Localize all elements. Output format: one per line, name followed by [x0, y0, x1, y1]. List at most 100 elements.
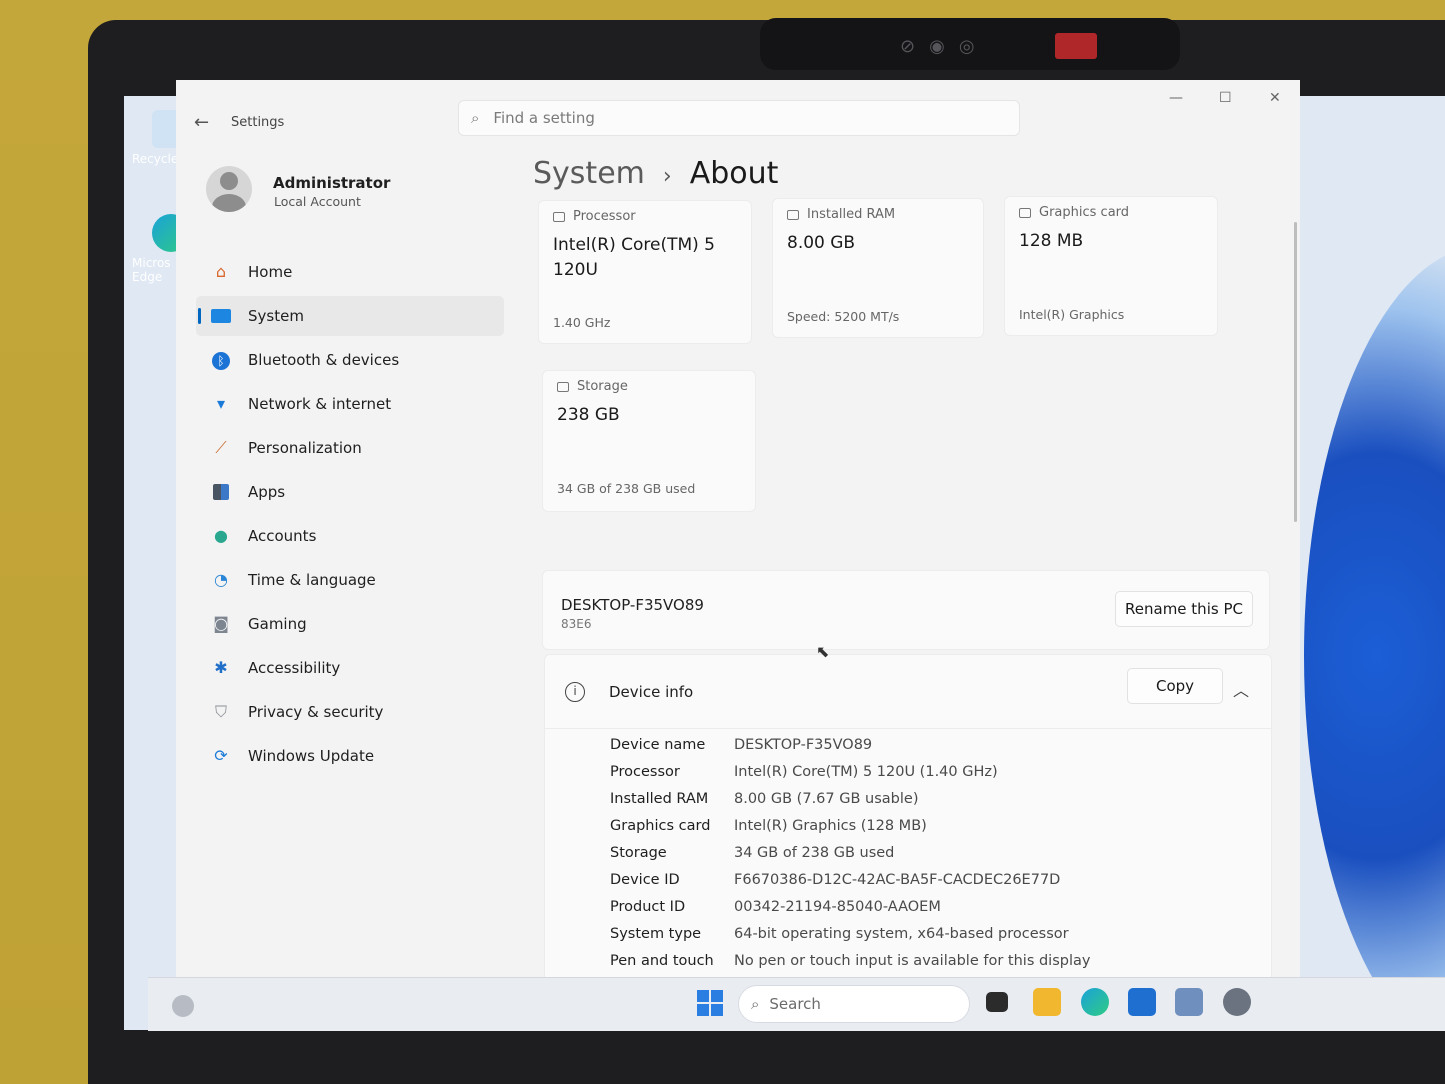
row-value: F6670386-D12C-42AC-BA5F-CACDEC26E77D: [734, 872, 1061, 888]
row-value: DESKTOP-F35VO89: [734, 737, 873, 753]
profile-name: Administrator: [273, 174, 391, 192]
profile-type: Local Account: [274, 194, 361, 209]
file-explorer-icon[interactable]: [1033, 988, 1061, 1016]
taskbar: ⌕ Search: [148, 977, 1445, 1031]
app-icon[interactable]: [1175, 988, 1203, 1016]
device-info-card: i Device info Copy ︿ Device name DESKTOP-…: [544, 654, 1272, 984]
person-icon: ●: [214, 526, 228, 545]
device-info-row: Pen and touch No pen or touch input is av…: [610, 953, 1250, 980]
brush-icon: ⟋: [215, 438, 227, 457]
processor-header: Processor: [553, 209, 636, 224]
graphics-header: Graphics card: [1019, 205, 1129, 220]
sidebar-item-privacy[interactable]: ⛉ Privacy & security: [196, 692, 504, 732]
pc-name-row: DESKTOP-F35VO89 83E6 Rename this PC: [542, 570, 1270, 650]
sidebar-item-gaming[interactable]: ◙ Gaming: [196, 604, 504, 644]
row-key: Installed RAM: [610, 791, 709, 807]
app-title: Settings: [231, 115, 285, 130]
sidebar-item-label: Gaming: [248, 615, 307, 633]
ram-header: Installed RAM: [787, 207, 895, 222]
device-info-row: Graphics card Intel(R) Graphics (128 MB): [610, 818, 1250, 845]
storage-value: 238 GB: [557, 405, 620, 425]
row-value: No pen or touch input is available for t…: [734, 953, 1091, 969]
settings-window: ← Settings ⌕ Find a setting — ☐ ✕ Admini…: [176, 80, 1300, 984]
search-placeholder: Find a setting: [493, 109, 595, 127]
storage-used: 34 GB of 238 GB used: [557, 481, 696, 496]
sidebar-item-windows-update[interactable]: ⟳ Windows Update: [196, 736, 504, 776]
chevron-up-icon[interactable]: ︿: [1233, 677, 1249, 701]
row-key: System type: [610, 926, 702, 942]
title-bar: ← Settings ⌕ Find a setting — ☐ ✕: [176, 80, 1300, 166]
sidebar-item-label: Privacy & security: [248, 703, 384, 721]
back-arrow-icon[interactable]: ←: [194, 112, 209, 133]
device-info-row: Product ID 00342-21194-85040-AAOEM: [610, 899, 1250, 926]
search-icon: ⌕: [471, 109, 480, 127]
update-icon: ⟳: [214, 746, 228, 765]
pc-name: DESKTOP-F35VO89: [561, 596, 704, 614]
graphics-card: Graphics card 128 MB Intel(R) Graphics: [1004, 196, 1218, 336]
ram-speed: Speed: 5200 MT/s: [787, 309, 900, 324]
row-value: 34 GB of 238 GB used: [734, 845, 895, 861]
device-info-row: Processor Intel(R) Core(TM) 5 120U (1.40 …: [610, 764, 1250, 791]
device-info-row: Storage 34 GB of 238 GB used: [610, 845, 1250, 872]
sidebar-item-accessibility[interactable]: ✱ Accessibility: [196, 648, 504, 688]
pc-model: 83E6: [561, 617, 592, 631]
device-info-header[interactable]: i Device info Copy ︿: [545, 655, 1271, 729]
task-view-icon[interactable]: [986, 992, 1008, 1012]
row-key: Device ID: [610, 872, 680, 888]
breadcrumb-parent[interactable]: System: [533, 156, 645, 191]
widgets-icon[interactable]: [172, 995, 194, 1017]
accessibility-icon: ✱: [214, 658, 228, 677]
gamepad-icon: ◙: [213, 614, 229, 633]
edge-icon[interactable]: [1081, 988, 1109, 1016]
desktop-icon-label: Recycle: [132, 152, 179, 166]
info-icon: i: [565, 682, 585, 702]
device-info-row: Device name DESKTOP-F35VO89: [610, 737, 1250, 764]
taskbar-search[interactable]: ⌕ Search: [738, 985, 970, 1023]
sidebar-item-label: Apps: [248, 483, 286, 501]
close-button[interactable]: ✕: [1269, 90, 1281, 106]
maximize-button[interactable]: ☐: [1219, 90, 1232, 106]
breadcrumb: System › About: [533, 156, 778, 191]
device-info-row: Installed RAM 8.00 GB (7.67 GB usable): [610, 791, 1250, 818]
sidebar-item-system[interactable]: System: [196, 296, 504, 336]
sidebar-item-accounts[interactable]: ● Accounts: [196, 516, 504, 556]
shield-icon: ⛉: [214, 702, 227, 721]
home-icon: ⌂: [215, 262, 227, 281]
sidebar-item-network[interactable]: ▾ Network & internet: [196, 384, 504, 424]
desktop-icon-label: Micros Edge: [132, 256, 171, 284]
search-input[interactable]: ⌕ Find a setting: [458, 100, 1020, 136]
scrollbar[interactable]: [1294, 222, 1297, 522]
device-info-row: System type 64-bit operating system, x64-…: [610, 926, 1250, 953]
storage-label: Storage: [577, 379, 628, 394]
copy-button[interactable]: Copy: [1127, 668, 1223, 704]
sidebar-item-label: Bluetooth & devices: [248, 351, 400, 369]
start-button[interactable]: [697, 990, 723, 1016]
device-info-title: Device info: [609, 683, 694, 701]
processor-label: Processor: [573, 209, 636, 224]
rename-pc-button[interactable]: Rename this PC: [1115, 591, 1253, 627]
graphics-label: Graphics card: [1039, 205, 1130, 220]
monitor-icon: [210, 306, 232, 326]
breadcrumb-separator: ›: [662, 164, 672, 189]
row-value: 64-bit operating system, x64-based proce…: [734, 926, 1069, 942]
minimize-button[interactable]: —: [1169, 90, 1183, 106]
sidebar-item-label: Accessibility: [248, 659, 341, 677]
row-value: 00342-21194-85040-AAOEM: [734, 899, 941, 915]
processor-card: Processor Intel(R) Core(TM) 5 120U 1.40 …: [538, 200, 752, 344]
camera-indicators: ⊘ ◉ ◎: [900, 36, 975, 57]
sidebar-item-apps[interactable]: Apps: [196, 472, 504, 512]
ram-label: Installed RAM: [807, 207, 896, 222]
settings-icon[interactable]: [1223, 988, 1251, 1016]
sidebar-item-label: Network & internet: [248, 395, 392, 413]
sidebar-item-personalization[interactable]: ⟋ Personalization: [196, 428, 504, 468]
sidebar-item-bluetooth[interactable]: ᛒ Bluetooth & devices: [196, 340, 504, 380]
sidebar-item-home[interactable]: ⌂ Home: [196, 252, 504, 292]
processor-speed: 1.40 GHz: [553, 315, 611, 330]
sidebar-item-time-language[interactable]: ◔ Time & language: [196, 560, 504, 600]
apps-icon: [210, 482, 232, 502]
store-icon[interactable]: [1128, 988, 1156, 1016]
bluetooth-icon: ᛒ: [210, 350, 232, 370]
ram-card: Installed RAM 8.00 GB Speed: 5200 MT/s: [772, 198, 984, 338]
row-key: Graphics card: [610, 818, 711, 834]
storage-card: Storage 238 GB 34 GB of 238 GB used: [542, 370, 756, 512]
